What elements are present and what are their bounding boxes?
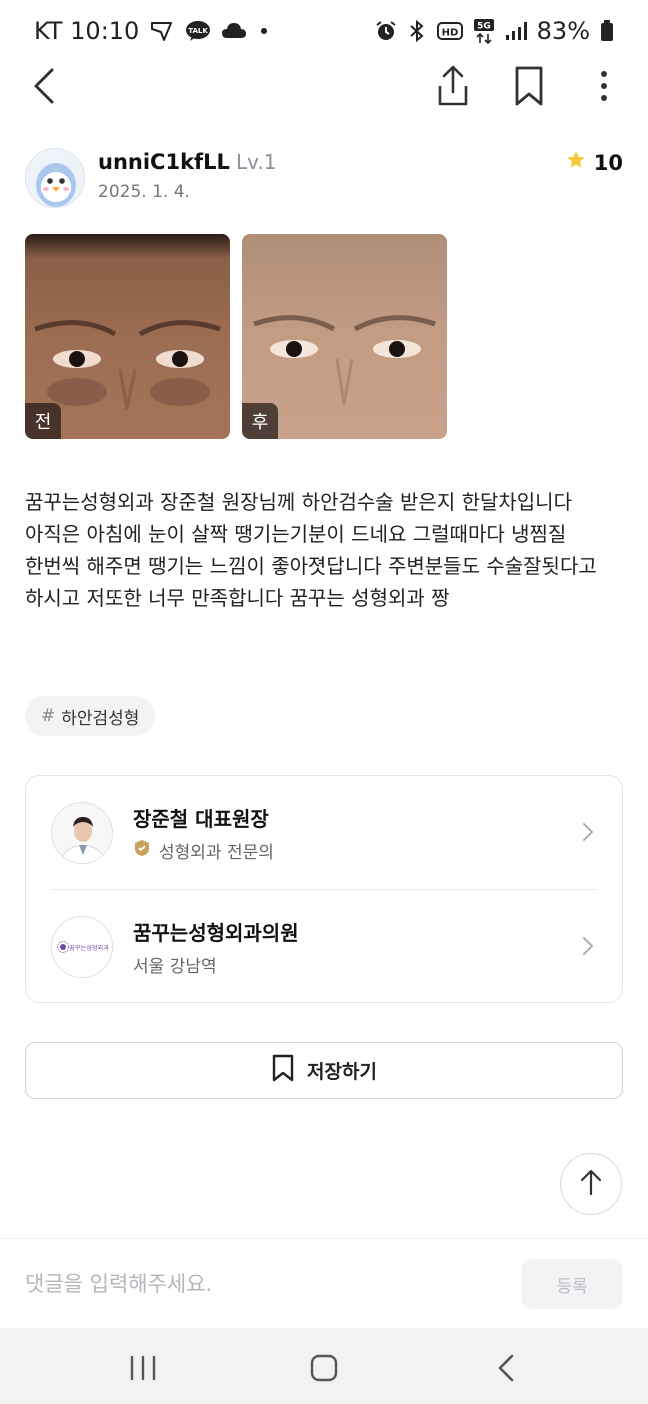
doctor-avatar [51,802,113,864]
app-bar [0,62,648,112]
cloud-icon [221,21,247,41]
after-tag: 후 [242,403,278,439]
hd-label: HD [441,28,458,39]
post-date: 2025. 1. 4. [98,182,190,202]
chevron-right-icon [580,934,596,958]
battery-icon [600,20,614,42]
clinic-logo-text: 꿈꾸는성형외과 [69,944,109,952]
hash-symbol: # [41,706,56,726]
carrier-time: KT 10:10 [34,17,140,45]
home-icon[interactable] [304,1348,344,1388]
system-nav-bar [0,1328,648,1404]
clinic-row[interactable]: 꿈꾸는성형외과 꿈꾸는성형외과의원 서울 강남역 [26,890,622,1003]
info-card: 장준철 대표원장 성형외과 전문의 꿈꾸는성형외과 꿈꾸는성형외과의원 서울 강… [25,775,623,1003]
status-left: KT 10:10 TALK [34,17,271,45]
network-label: 5G [477,22,491,32]
status-bar: KT 10:10 TALK HD 5G 83% [0,0,648,62]
scroll-to-top-button[interactable] [560,1153,622,1215]
back-arrow-icon[interactable] [28,66,64,106]
chevron-right-icon [580,820,596,844]
doctor-row[interactable]: 장준철 대표원장 성형외과 전문의 [26,776,622,889]
submit-comment-button[interactable]: 등록 [522,1259,622,1309]
signal-icon [505,21,527,41]
5g-icon: 5G [473,18,495,44]
doctor-name: 장준철 대표원장 [133,807,269,831]
talk-icon: TALK [185,20,211,42]
more-vertical-icon[interactable] [588,66,620,106]
status-right: HD 5G 83% [375,17,614,45]
clinic-name: 꿈꾸는성형외과의원 [133,921,299,945]
bluetooth-icon [407,19,427,43]
avatar[interactable] [25,148,85,208]
clinic-logo: 꿈꾸는성형외과 [51,916,113,978]
specialist-badge-icon [133,839,151,862]
recent-apps-icon[interactable] [123,1348,163,1388]
battery-percent: 83% [536,17,590,45]
navigation-icon [149,19,175,43]
clinic-location: 서울 강남역 [133,957,217,977]
hashtag-label: 하안검성형 [61,708,140,729]
arrow-up-icon [578,1168,604,1200]
hashtag-chip[interactable]: # 하안검성형 [25,696,156,736]
star-icon [566,150,586,175]
doctor-specialty: 성형외과 전문의 [159,843,274,863]
bookmark-icon[interactable] [508,64,550,108]
alarm-icon [375,20,397,42]
author-level: Lv.1 [235,150,277,174]
save-button[interactable]: 저장하기 [25,1042,623,1099]
share-icon[interactable] [432,64,474,108]
author-row: unniC1kfLL Lv.1 2025. 1. 4. 10 [25,148,623,212]
review-text: 꿈꾸는성형외과 장준철 원장님께 하안검수술 받은지 한달차입니다 아직은 아침… [25,490,597,610]
author-name[interactable]: unniC1kfLL [98,150,230,174]
back-icon[interactable] [487,1348,527,1388]
dot-icon [257,24,271,38]
hd-icon: HD [436,21,463,41]
rating: 10 [566,150,623,175]
save-label: 저장하기 [307,1061,377,1083]
doctor-specialty-line: 성형외과 전문의 [133,838,274,863]
rating-value: 10 [593,150,623,175]
before-photo[interactable]: 전 [25,234,230,439]
after-photo[interactable]: 후 [242,234,447,439]
comment-bar: 등록 [0,1238,648,1328]
talk-badge: TALK [189,27,209,35]
author-name-line: unniC1kfLL Lv.1 [98,150,276,174]
before-tag: 전 [25,403,61,439]
comment-input[interactable] [25,1267,495,1301]
bookmark-icon [271,1054,295,1087]
